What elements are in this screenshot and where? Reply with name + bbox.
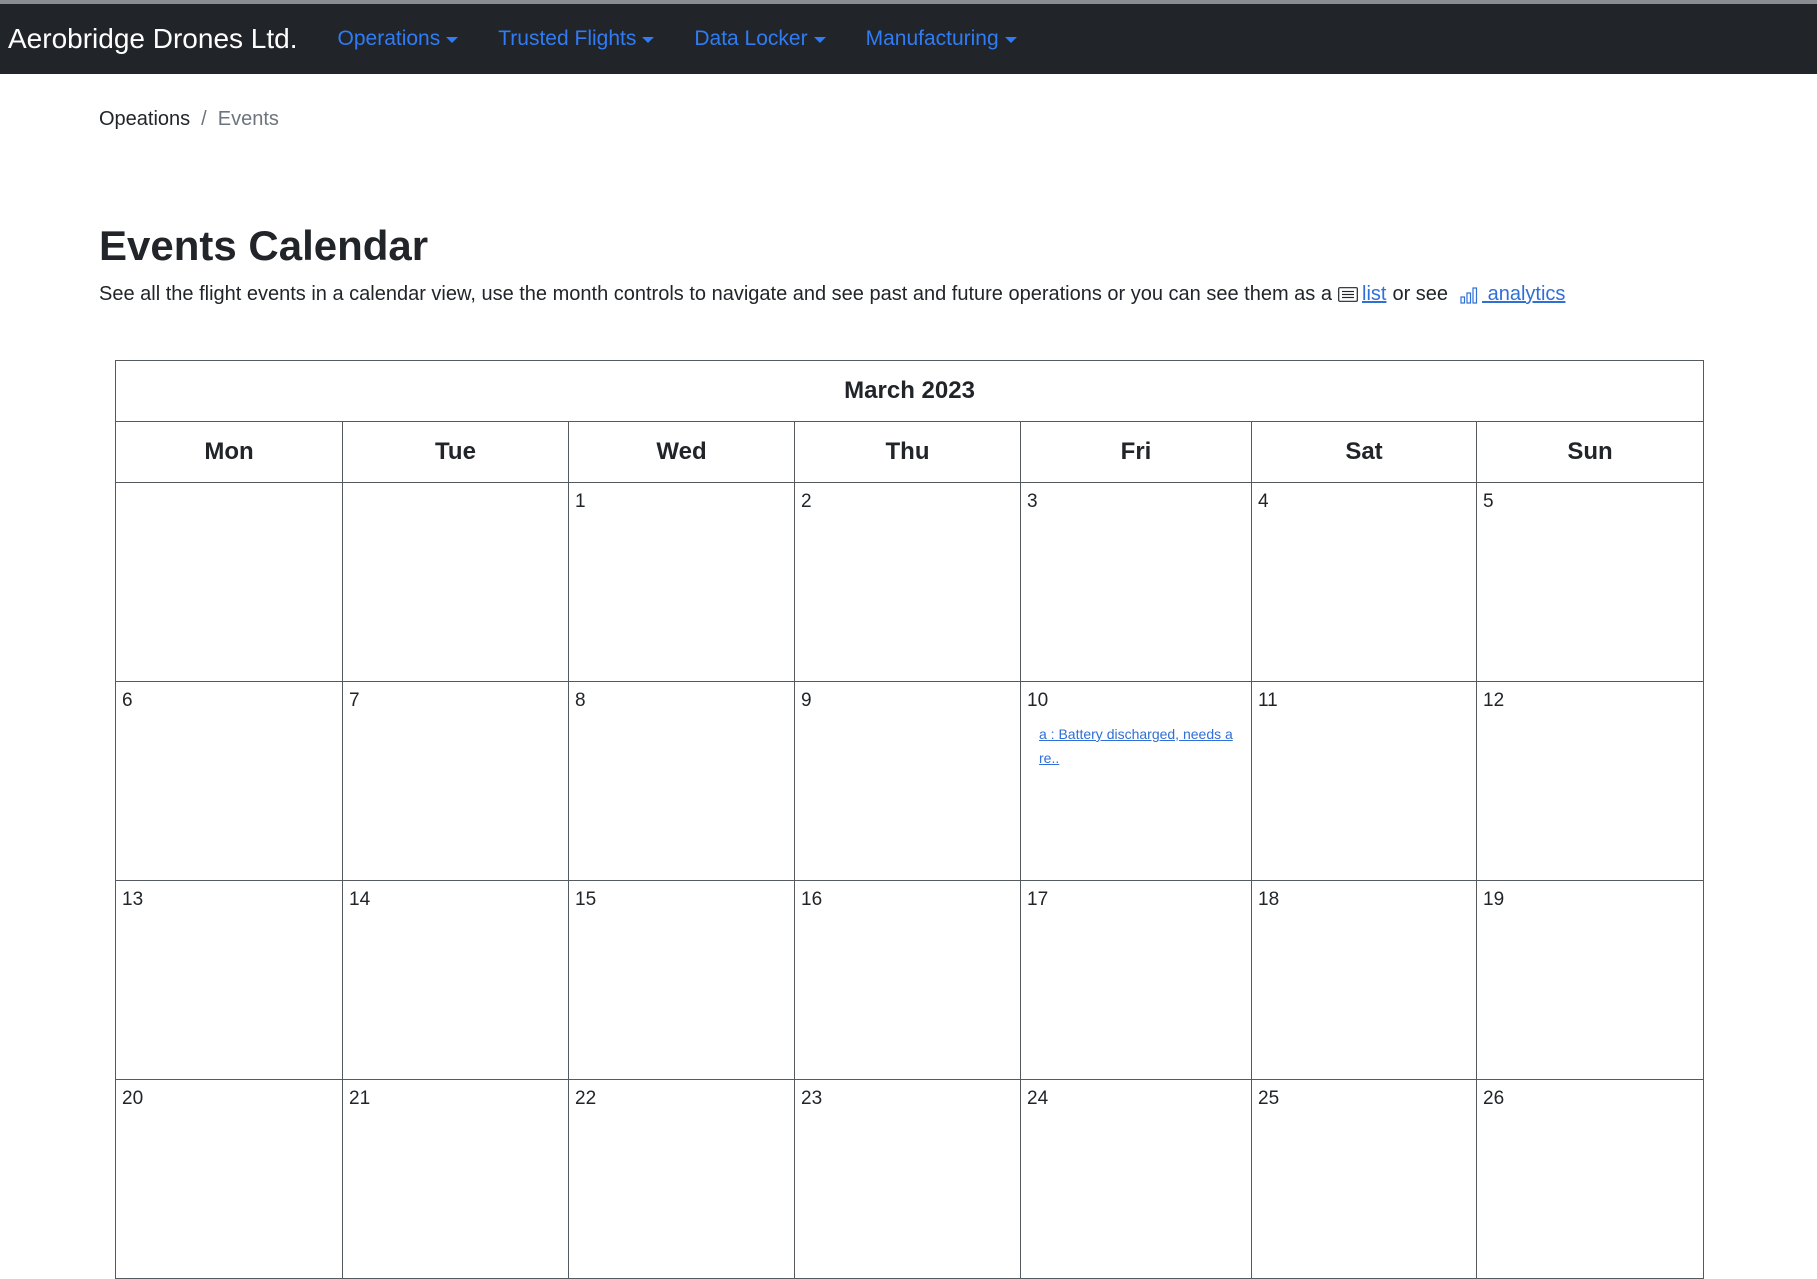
caret-down-icon [446, 37, 459, 43]
page-title: Events Calendar [99, 222, 429, 269]
day-number: 2 [801, 491, 812, 512]
calendar-day-cell: 11 [1251, 681, 1477, 881]
nav-operations-label: Operations [337, 27, 441, 50]
calendar-day-cell: 17 [1020, 880, 1252, 1080]
calendar-day-cell: 5 [1475, 482, 1705, 682]
analytics-link[interactable]: analytics [1454, 283, 1565, 306]
day-number: 19 [1483, 889, 1505, 910]
nav-manufacturing-dropdown[interactable]: Manufacturing [866, 27, 1017, 51]
intro-text: See all the flight events in a calendar … [99, 283, 1332, 305]
calendar-day-cell: 26 [1475, 1079, 1705, 1279]
caret-down-icon [642, 37, 655, 43]
event-link[interactable]: a : Battery discharged, needs a re.. [1039, 722, 1239, 770]
calendar-week-row: 20 21 22 23 24 25 26 [115, 1079, 1705, 1279]
calendar-week-row: 1 2 3 4 5 [115, 482, 1705, 682]
day-number: 10 [1027, 690, 1049, 711]
weekday-header: Fri [1020, 421, 1252, 483]
calendar-day-cell: 2 [794, 482, 1021, 682]
day-number: 6 [122, 690, 133, 711]
day-number: 4 [1258, 491, 1269, 512]
calendar-day-cell: 12 [1475, 681, 1705, 881]
day-number: 22 [575, 1088, 597, 1109]
day-number: 12 [1483, 690, 1505, 711]
calendar-day-cell: 4 [1251, 482, 1477, 682]
calendar-day-cell: 19 [1475, 880, 1705, 1080]
day-number: 8 [575, 690, 586, 711]
navbar: Aerobridge Drones Ltd. Operations Truste… [0, 4, 1817, 74]
nav-manufacturing-label: Manufacturing [865, 27, 999, 50]
calendar-day-cell: 16 [794, 880, 1021, 1080]
bar-chart-icon [1460, 286, 1478, 304]
breadcrumb-separator: / [201, 108, 207, 130]
nav-trusted-flights-dropdown[interactable]: Trusted Flights [498, 27, 655, 51]
list-icon [1338, 287, 1358, 302]
calendar-day-cell: 13 [115, 880, 343, 1080]
calendar-day-cell: 9 [794, 681, 1021, 881]
day-number: 9 [801, 690, 812, 711]
day-number: 26 [1483, 1088, 1505, 1109]
weekday-header: Tue [342, 421, 569, 483]
breadcrumb-current: Events [217, 108, 279, 130]
day-number: 5 [1483, 491, 1494, 512]
day-number: 13 [122, 889, 144, 910]
analytics-link-label: analytics [1482, 283, 1566, 305]
day-number: 23 [801, 1088, 823, 1109]
calendar-day-cell: 23 [794, 1079, 1021, 1279]
weekday-header: Sun [1475, 421, 1705, 483]
day-number: 7 [349, 690, 360, 711]
calendar-day-cell: 14 [342, 880, 569, 1080]
calendar-day-cell: 15 [568, 880, 795, 1080]
calendar-day-cell: 7 [342, 681, 569, 881]
day-number: 17 [1027, 889, 1049, 910]
nav-operations-dropdown[interactable]: Operations [338, 27, 459, 51]
list-view-link[interactable]: list [1362, 283, 1386, 306]
calendar-day-cell: 8 [568, 681, 795, 881]
calendar-day-cell: 10 a : Battery discharged, needs a re.. [1020, 681, 1252, 881]
calendar-week-row: 13 14 15 16 17 18 19 [115, 880, 1705, 1080]
calendar-day-cell [342, 482, 569, 682]
calendar-day-cell: 18 [1251, 880, 1477, 1080]
calendar-day-cell: 1 [568, 482, 795, 682]
weekday-header: Sat [1251, 421, 1477, 483]
calendar-day-cell: 3 [1020, 482, 1252, 682]
calendar-week-row: 6 7 8 9 10 a : Battery discharged, needs a re… [115, 681, 1705, 881]
caret-down-icon [1004, 37, 1017, 43]
day-number: 24 [1027, 1088, 1049, 1109]
intro-middle-text: or see [1392, 283, 1449, 305]
day-number: 18 [1258, 889, 1280, 910]
intro-paragraph: See all the flight events in a calendar … [99, 283, 1565, 306]
calendar-day-cell: 25 [1251, 1079, 1477, 1279]
calendar-day-cell: 6 [115, 681, 343, 881]
weekday-header: Wed [568, 421, 795, 483]
day-number: 11 [1258, 690, 1278, 711]
day-number: 14 [349, 889, 371, 910]
nav-data-locker-label: Data Locker [694, 27, 808, 50]
day-number: 21 [349, 1088, 371, 1109]
calendar-day-cell: 24 [1020, 1079, 1252, 1279]
weekday-header: Mon [115, 421, 343, 483]
breadcrumb-operations-link[interactable]: Opeations [99, 108, 190, 131]
nav-trusted-flights-label: Trusted Flights [498, 27, 637, 50]
calendar-month-header: March 2023 [114, 360, 1705, 422]
day-number: 25 [1258, 1088, 1280, 1109]
day-number: 3 [1027, 491, 1038, 512]
day-number: 1 [575, 491, 586, 512]
brand-logo-text[interactable]: Aerobridge Drones Ltd. [8, 23, 298, 55]
day-number: 15 [575, 889, 597, 910]
day-number: 16 [801, 889, 823, 910]
events-calendar: March 2023 Mon Tue Wed Thu Fri Sat Sun 1234567… [114, 360, 1705, 1279]
weekday-header: Thu [794, 421, 1021, 483]
calendar-day-cell: 22 [568, 1079, 795, 1279]
calendar-day-cell: 20 [115, 1079, 343, 1279]
calendar-day-cell [115, 482, 343, 682]
nav-data-locker-dropdown[interactable]: Data Locker [694, 27, 826, 51]
breadcrumb: Opeations / Events [99, 108, 279, 131]
day-number: 20 [122, 1088, 144, 1109]
caret-down-icon [813, 37, 826, 43]
calendar-day-cell: 21 [342, 1079, 569, 1279]
